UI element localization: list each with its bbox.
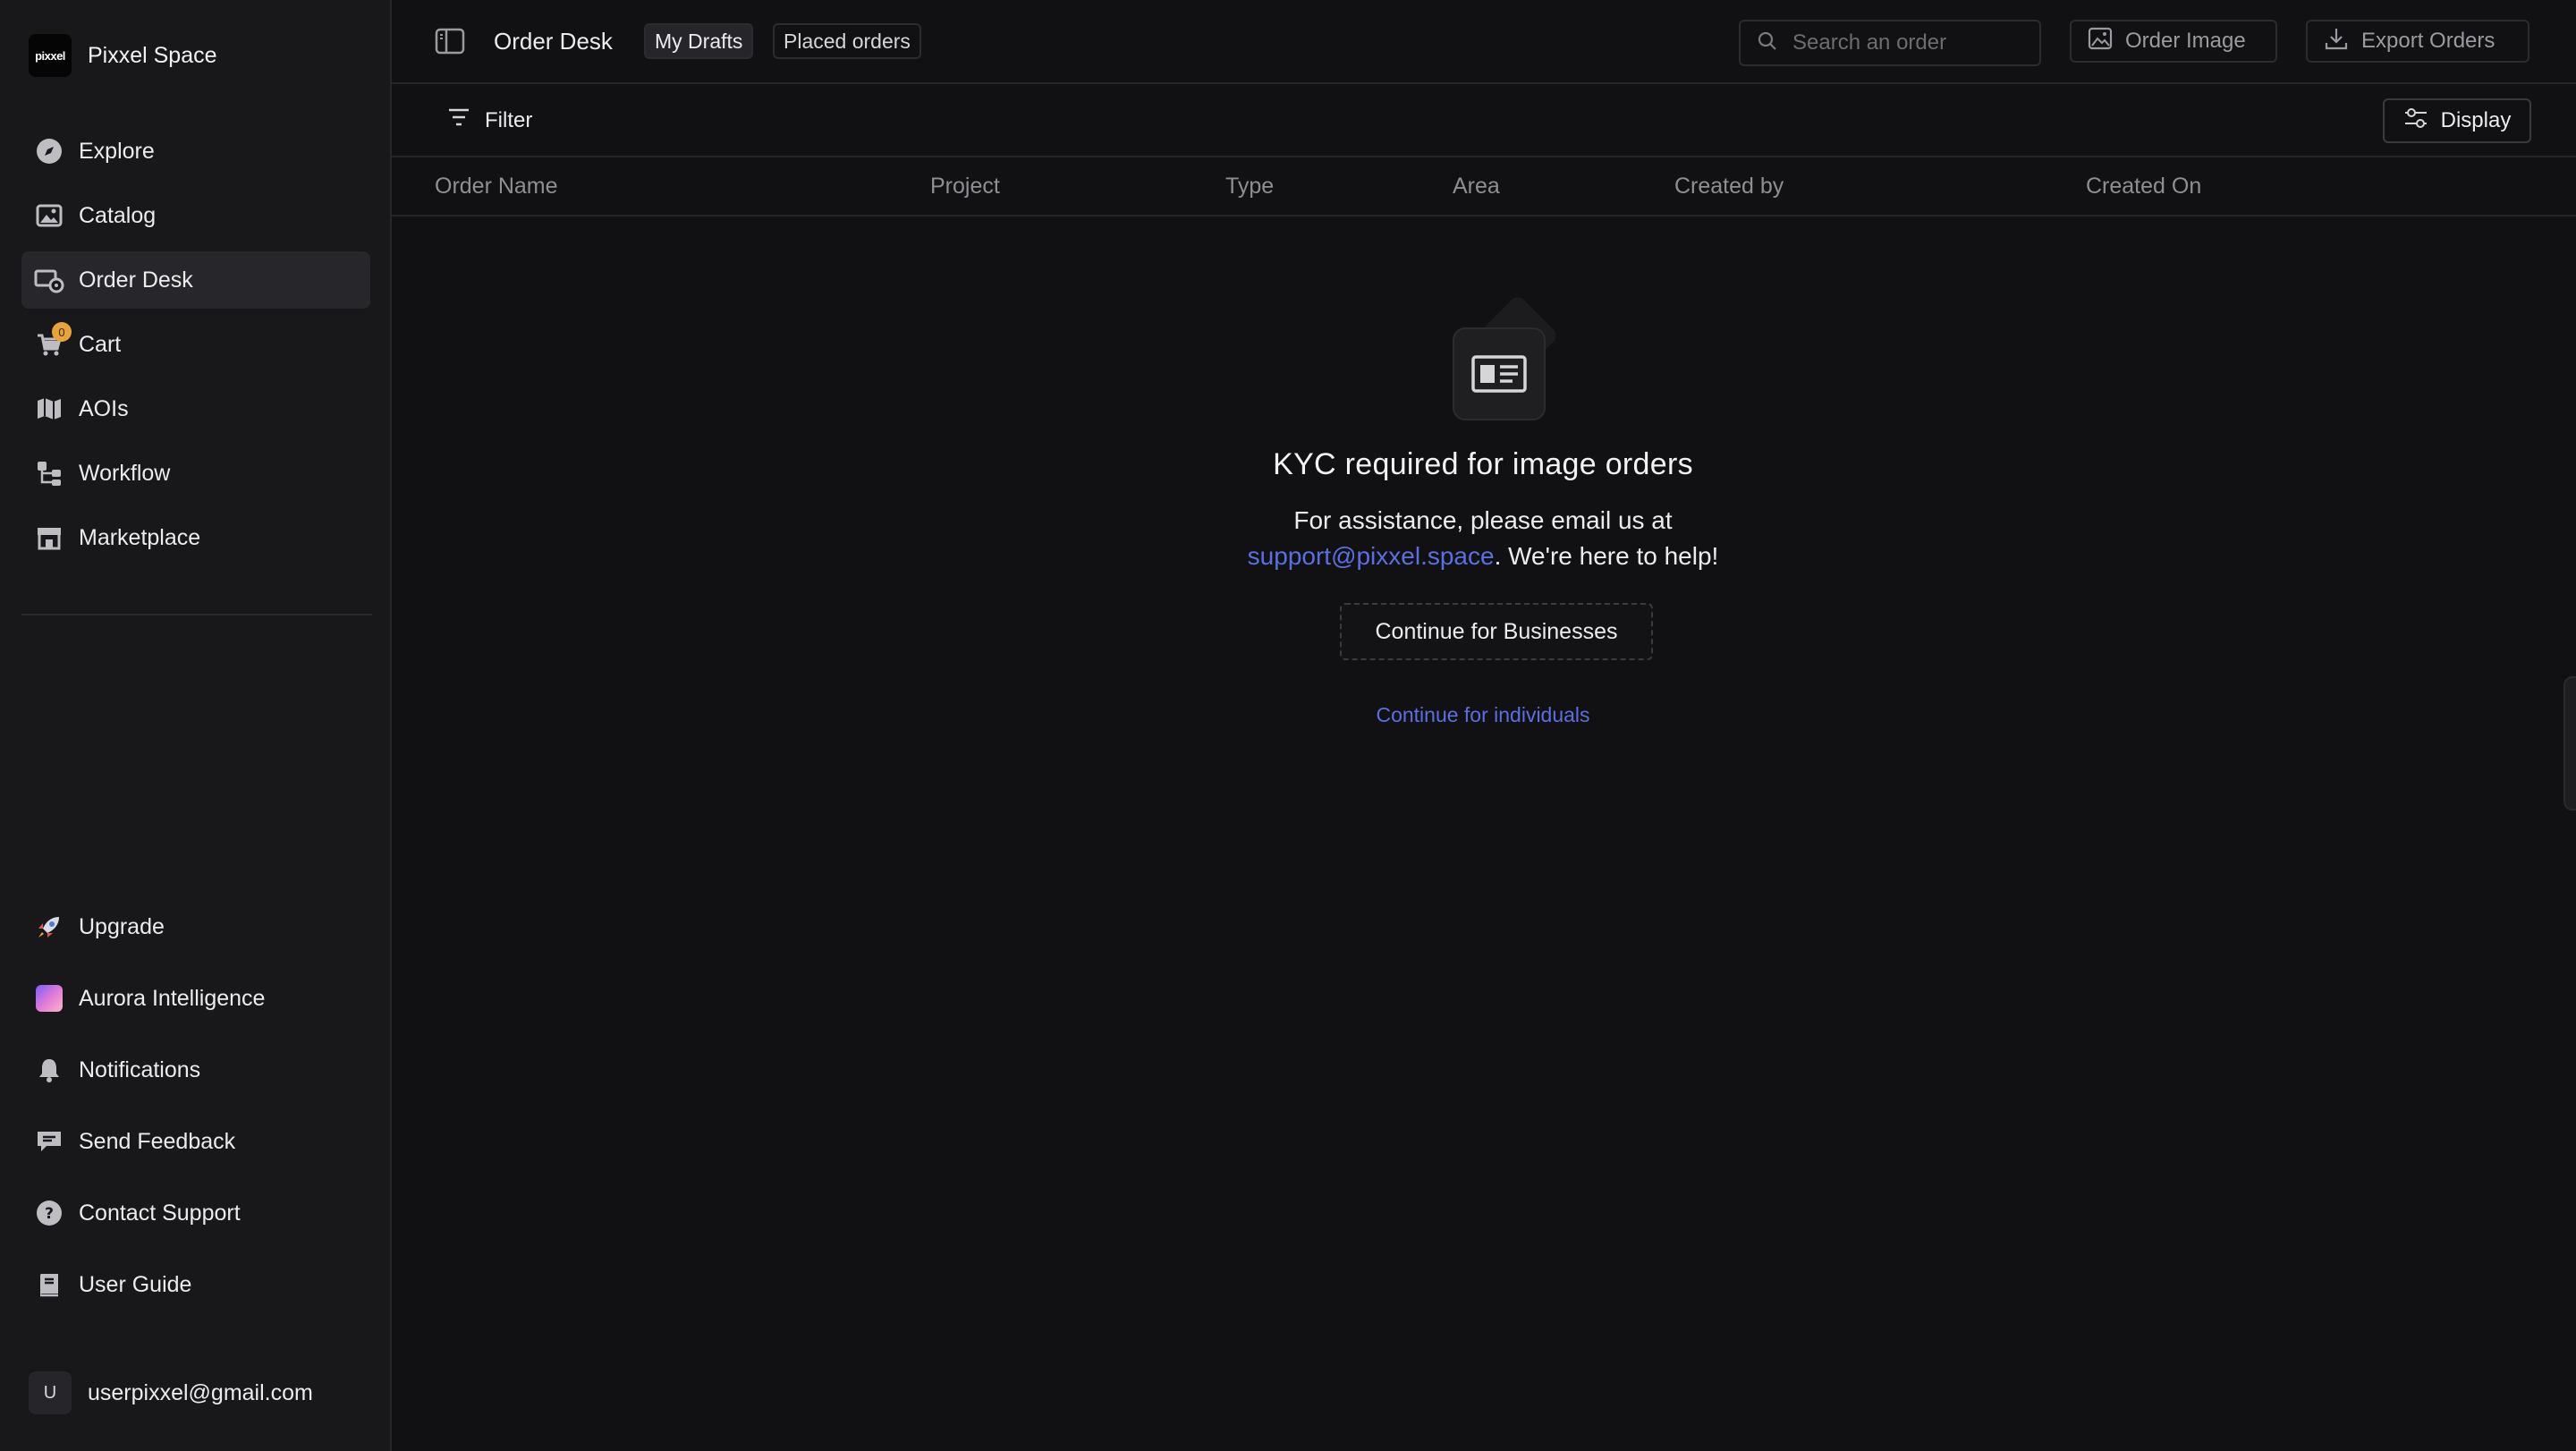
sidebar-item-label: Upgrade [79, 913, 165, 939]
sidebar-toggle-icon[interactable] [435, 28, 465, 55]
sidebar-item-cart[interactable]: 0 Cart [21, 316, 370, 373]
order-desk-icon [34, 265, 64, 295]
sidebar-item-label: Aurora Intelligence [79, 985, 266, 1011]
sidebar-bottom-nav: Upgrade Aurora Intelligence Notification… [21, 895, 370, 1324]
sliders-icon [2403, 107, 2428, 135]
user-profile[interactable]: U userpixxel@gmail.com [29, 1371, 313, 1414]
cart-count-badge: 0 [52, 322, 72, 342]
column-header-area[interactable]: Area [1453, 174, 1500, 199]
column-header-created-on[interactable]: Created On [2086, 174, 2201, 199]
sidebar-item-aurora-intelligence[interactable]: Aurora Intelligence [21, 966, 370, 1031]
sidebar: pixxel Pixxel Space Explore Catalog Orde… [0, 0, 392, 1451]
book-icon [34, 1269, 64, 1300]
sidebar-item-label: Workflow [79, 460, 171, 486]
column-header-type[interactable]: Type [1225, 174, 1274, 199]
sidebar-item-label: Order Desk [79, 267, 193, 293]
images-icon [34, 200, 64, 231]
continue-for-individuals-link: Continue for individuals [392, 703, 2574, 727]
compass-icon [34, 136, 64, 166]
sidebar-item-label: AOIs [79, 395, 129, 421]
download-icon [2324, 26, 2349, 57]
workflow-icon [34, 458, 64, 488]
filter-icon [447, 107, 470, 133]
filter-bar: Filter Display [392, 84, 2576, 157]
top-bar: Order Desk My Drafts Placed orders Order… [392, 0, 2576, 84]
sidebar-item-label: Marketplace [79, 524, 201, 550]
pixxel-logo: pixxel [29, 34, 72, 77]
sidebar-item-send-feedback[interactable]: Send Feedback [21, 1109, 370, 1174]
sidebar-item-catalog[interactable]: Catalog [21, 187, 370, 244]
sidebar-item-aois[interactable]: AOIs [21, 380, 370, 437]
display-button[interactable]: Display [2383, 98, 2531, 143]
empty-state-description: For assistance, please email us at suppo… [392, 503, 2574, 574]
sidebar-item-order-desk[interactable]: Order Desk [21, 251, 370, 309]
filter-label: Filter [485, 107, 533, 132]
sidebar-item-label: Send Feedback [79, 1128, 236, 1154]
sidebar-item-label: Catalog [79, 202, 157, 228]
aurora-icon [34, 983, 64, 1014]
svg-text:?: ? [45, 1205, 54, 1223]
tab-placed-orders[interactable]: Placed orders [773, 23, 921, 59]
map-icon [34, 394, 64, 424]
sidebar-item-marketplace[interactable]: Marketplace [21, 509, 370, 566]
table-header: Order Name Project Type Area Created by … [392, 157, 2576, 216]
column-header-created-by[interactable]: Created by [1674, 174, 1784, 199]
display-label: Display [2440, 108, 2512, 132]
sidebar-item-label: User Guide [79, 1271, 192, 1297]
side-drawer-handle[interactable] [2563, 676, 2576, 810]
column-header-project[interactable]: Project [930, 174, 1000, 199]
continue-for-individuals-text[interactable]: Continue for individuals [1376, 703, 1589, 726]
sidebar-item-upgrade[interactable]: Upgrade [21, 895, 370, 959]
assistance-line-2: support@pixxel.space. We're here to help… [392, 539, 2574, 574]
sidebar-item-notifications[interactable]: Notifications [21, 1038, 370, 1102]
sidebar-item-workflow[interactable]: Workflow [21, 445, 370, 502]
sidebar-item-explore[interactable]: Explore [21, 123, 370, 180]
feedback-icon [34, 1126, 64, 1157]
id-card-icon [1453, 293, 1574, 420]
rocket-icon [34, 912, 64, 942]
filter-button[interactable]: Filter [447, 107, 532, 133]
sidebar-item-label: Explore [79, 138, 155, 164]
sidebar-item-label: Contact Support [79, 1200, 241, 1226]
user-email: userpixxel@gmail.com [88, 1379, 313, 1405]
search-input[interactable] [1791, 30, 2027, 56]
main-content: Order Desk My Drafts Placed orders Order… [392, 0, 2576, 1451]
empty-state-title: KYC required for image orders [1273, 447, 1693, 481]
assistance-text: For assistance, please email us at [1293, 506, 1673, 534]
sidebar-item-user-guide[interactable]: User Guide [21, 1252, 370, 1317]
order-image-label: Order Image [2125, 29, 2246, 53]
page-title: Order Desk [494, 28, 613, 55]
tab-my-drafts[interactable]: My Drafts [644, 23, 754, 59]
export-orders-button[interactable]: Export Orders [2306, 20, 2529, 63]
sidebar-item-label: Notifications [79, 1056, 201, 1082]
brand[interactable]: pixxel Pixxel Space [29, 34, 217, 77]
search-icon [1757, 30, 1778, 56]
support-email-link[interactable]: support@pixxel.space [1248, 542, 1495, 570]
order-image-button[interactable]: Order Image [2070, 20, 2277, 63]
avatar: U [29, 1371, 72, 1414]
sidebar-nav: Explore Catalog Order Desk 0 Cart AOIs W… [21, 123, 370, 573]
sidebar-item-label: Cart [79, 331, 122, 357]
app-root: pixxel Pixxel Space Explore Catalog Orde… [0, 0, 2576, 1451]
store-icon [34, 522, 64, 553]
column-header-order-name[interactable]: Order Name [435, 174, 558, 199]
cart-icon: 0 [34, 322, 72, 360]
continue-for-businesses-button[interactable]: Continue for Businesses [1340, 603, 1653, 660]
sidebar-item-contact-support[interactable]: ? Contact Support [21, 1181, 370, 1245]
brand-name: Pixxel Space [88, 42, 217, 68]
image-icon [2088, 26, 2113, 57]
sidebar-divider [21, 614, 372, 615]
search-box [1739, 20, 2041, 66]
export-orders-label: Export Orders [2361, 29, 2496, 53]
help-icon: ? [34, 1198, 64, 1228]
help-text: . We're here to help! [1494, 542, 1719, 570]
bell-icon [34, 1055, 64, 1085]
